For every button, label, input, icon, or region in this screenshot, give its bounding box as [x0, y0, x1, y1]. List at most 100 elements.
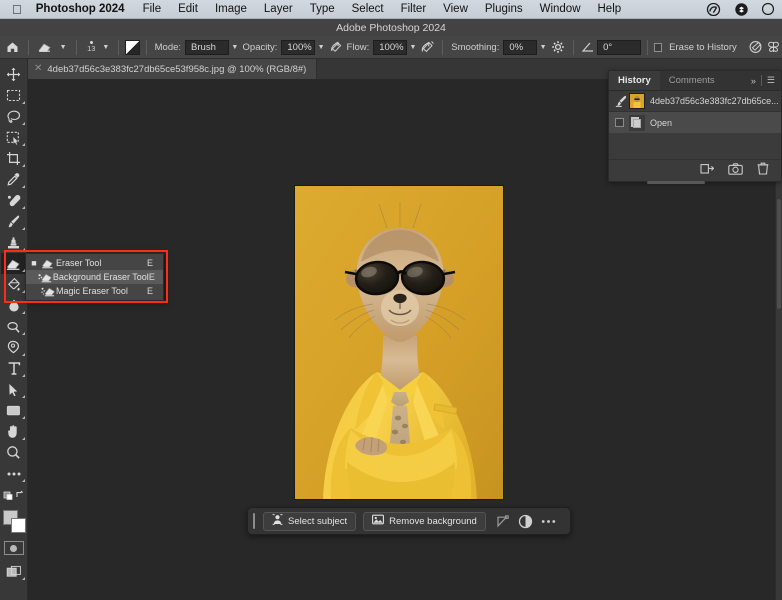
tab-history[interactable]: History — [609, 71, 660, 90]
history-source-checkbox[interactable] — [615, 118, 624, 127]
gradient-tool[interactable] — [1, 274, 27, 295]
smoothing-input[interactable]: 0% — [503, 39, 538, 55]
angle-input[interactable]: 0° — [597, 39, 642, 55]
menu-select[interactable]: Select — [352, 3, 384, 15]
smoothing-chevron-icon[interactable]: ▼ — [537, 40, 548, 55]
menu-type[interactable]: Type — [310, 3, 335, 15]
tool-preset-chevron-icon[interactable]: ▼ — [57, 40, 70, 55]
remove-background-label: Remove background — [389, 515, 477, 527]
create-document-from-state-icon[interactable] — [700, 162, 715, 180]
gear-icon[interactable] — [549, 38, 567, 57]
flyout-shortcut-eraser-tool: E — [147, 258, 154, 268]
crop-tool[interactable] — [1, 148, 27, 169]
transform-icon[interactable] — [493, 511, 513, 531]
foreground-background-colors[interactable] — [1, 509, 27, 535]
history-scroll-thumb[interactable] — [647, 181, 705, 184]
zoom-tool[interactable] — [1, 442, 27, 463]
tool-preset-picker[interactable]: ▼ — [35, 38, 70, 57]
brush-tool[interactable] — [1, 211, 27, 232]
chevrons-right-icon[interactable]: » — [751, 76, 756, 86]
flyout-item-magic-eraser-tool[interactable]: Magic Eraser Tool E — [26, 284, 163, 298]
object-selection-tool[interactable] — [1, 127, 27, 148]
menu-file[interactable]: File — [143, 3, 162, 15]
panel-menu-icon[interactable]: ☰ — [767, 75, 775, 86]
flow-chevron-icon[interactable]: ▼ — [407, 40, 418, 55]
creative-cloud-icon[interactable] — [706, 2, 721, 16]
canvas-scrollbar[interactable] — [777, 199, 781, 309]
quick-mask-button[interactable] — [3, 541, 24, 555]
history-snapshot-row[interactable]: 4deb37d56c3e383fc27db65ce... — [609, 91, 781, 112]
eraser-tool[interactable] — [0, 253, 27, 274]
menu-view[interactable]: View — [443, 3, 468, 15]
mode-chevron-icon[interactable]: ▼ — [229, 40, 240, 55]
brush-size-picker[interactable]: 13 — [82, 41, 100, 53]
rectangle-tool[interactable] — [1, 400, 27, 421]
mode-select[interactable]: Brush — [185, 39, 230, 55]
pressure-flow-icon[interactable] — [419, 38, 437, 57]
brush-preset-chevron-icon[interactable]: ▼ — [100, 40, 111, 55]
opacity-chevron-icon[interactable]: ▼ — [315, 40, 326, 55]
menu-image[interactable]: Image — [215, 3, 247, 15]
butterfly-symmetry-icon[interactable] — [764, 38, 782, 57]
spot-healing-brush-tool[interactable] — [1, 190, 27, 211]
delete-state-icon[interactable] — [757, 162, 769, 180]
flyout-item-eraser-tool[interactable]: ■ Eraser Tool E — [26, 256, 163, 270]
select-subject-label: Select subject — [288, 515, 348, 527]
more-options-icon[interactable] — [539, 511, 559, 531]
control-center-icon[interactable] — [762, 3, 774, 15]
apple-logo-icon[interactable]:  — [12, 3, 22, 16]
menu-edit[interactable]: Edit — [178, 3, 198, 15]
tablet-pressure-icon[interactable] — [747, 38, 765, 57]
menu-window[interactable]: Window — [540, 3, 581, 15]
menu-layer[interactable]: Layer — [264, 3, 293, 15]
document-canvas[interactable] — [294, 185, 504, 500]
path-selection-tool[interactable] — [1, 379, 27, 400]
options-divider-5 — [442, 39, 444, 55]
blur-tool[interactable] — [1, 295, 27, 316]
default-and-swap-colors[interactable] — [1, 484, 27, 505]
menu-help[interactable]: Help — [598, 3, 622, 15]
tools-panel — [0, 59, 28, 600]
options-divider-3 — [117, 39, 119, 55]
tab-comments[interactable]: Comments — [660, 71, 724, 90]
remove-background-button[interactable]: Remove background — [363, 511, 486, 531]
history-panel-scrollbar[interactable] — [609, 181, 781, 185]
airbrush-toggle-icon[interactable] — [124, 39, 140, 55]
background-eraser-icon — [38, 272, 53, 283]
adjustment-layer-icon[interactable] — [516, 511, 536, 531]
create-snapshot-icon[interactable] — [728, 162, 743, 180]
menu-filter[interactable]: Filter — [401, 3, 427, 15]
type-tool[interactable] — [1, 358, 27, 379]
history-state-row[interactable]: Open — [609, 112, 781, 133]
screen-mode-button[interactable] — [1, 561, 27, 582]
flyout-item-background-eraser-tool[interactable]: Background Eraser Tool E — [26, 270, 163, 284]
hand-tool[interactable] — [1, 421, 27, 442]
menu-app-name[interactable]: Photoshop 2024 — [36, 3, 125, 15]
opacity-input[interactable]: 100% — [281, 39, 316, 55]
home-icon[interactable] — [4, 38, 22, 57]
menu-bar-status-icons — [706, 2, 782, 16]
dodge-tool[interactable] — [1, 316, 27, 337]
background-color-swatch[interactable] — [10, 518, 26, 533]
select-subject-button[interactable]: Select subject — [263, 511, 357, 531]
pen-tool[interactable] — [1, 337, 27, 358]
erase-to-history-checkbox[interactable] — [653, 42, 663, 52]
flow-input[interactable]: 100% — [373, 39, 408, 55]
menu-plugins[interactable]: Plugins — [485, 3, 523, 15]
drag-grip-icon[interactable] — [253, 513, 255, 529]
dropbox-icon[interactable] — [735, 2, 748, 16]
move-tool[interactable] — [1, 64, 27, 85]
lasso-tool[interactable] — [1, 106, 27, 127]
edit-toolbar-tool[interactable] — [1, 463, 27, 484]
close-icon[interactable]: ✕ — [34, 64, 42, 74]
contextual-task-bar: Select subject Remove background — [247, 507, 571, 535]
clone-stamp-tool[interactable] — [1, 232, 27, 253]
document-tab[interactable]: ✕ 4deb37d56c3e383fc27db65ce53f958c.jpg @… — [28, 59, 318, 79]
eyedropper-tool[interactable] — [1, 169, 27, 190]
rectangular-marquee-tool[interactable] — [1, 85, 27, 106]
selected-marker-icon: ■ — [31, 257, 37, 268]
history-brush-icon[interactable] — [613, 95, 629, 107]
flyout-corner-icon — [21, 101, 25, 104]
options-divider — [27, 39, 29, 55]
pressure-opacity-icon[interactable] — [327, 38, 345, 57]
